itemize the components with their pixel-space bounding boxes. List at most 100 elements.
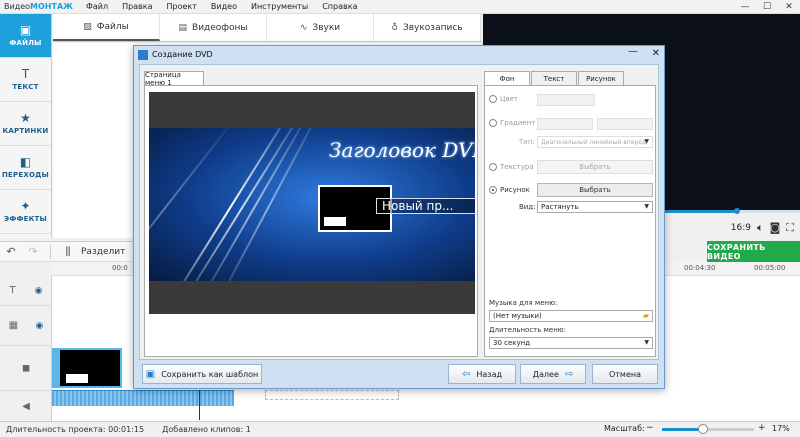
tab-menu-page[interactable]: Страница меню 1: [144, 71, 204, 87]
wand-icon: ✦: [20, 199, 31, 213]
progress-knob[interactable]: [733, 208, 740, 214]
menu-title-text[interactable]: Заголовок DVD: [329, 138, 475, 162]
ruler-tick: 00:05:00: [754, 264, 786, 272]
save-video-button[interactable]: СОХРАНИТЬ ВИДЕО: [707, 241, 800, 262]
save-template-label: Сохранить как шаблон: [161, 369, 259, 379]
clips-count: Добавлено клипов: 1: [162, 425, 251, 434]
gradient-type-value: Диагональный линейный вперёд: [541, 138, 647, 146]
tab-background[interactable]: Фон: [484, 71, 530, 86]
menu-duration-value: 30 секунд: [493, 339, 531, 347]
gradient-type-select[interactable]: Диагональный линейный вперёд ▼: [537, 136, 653, 148]
texture-choose-button[interactable]: Выбрать: [537, 160, 653, 174]
redo-icon[interactable]: ↷: [22, 245, 44, 258]
fullscreen-icon[interactable]: ⛶: [786, 221, 794, 235]
menu-background[interactable]: Заголовок DVD Новый пр...: [149, 128, 475, 281]
floppy-disk-icon: ▣: [145, 368, 156, 380]
clip-thumbnail: [66, 374, 88, 383]
folder-icon[interactable]: ▰: [643, 311, 649, 320]
zoom-knob[interactable]: [698, 424, 708, 434]
radio-color[interactable]: Цвет: [489, 95, 518, 103]
minimize-icon[interactable]: —: [628, 46, 638, 57]
drop-zone[interactable]: [265, 390, 399, 400]
menu-tools[interactable]: Инструменты: [244, 2, 315, 11]
tab-recording-label: Звукозапись: [402, 22, 463, 33]
zoom-slider[interactable]: [662, 428, 754, 431]
aspect-ratio[interactable]: 16:9: [731, 223, 751, 233]
transitions-icon: ◧: [19, 155, 32, 169]
nav-pictures[interactable]: ★ КАРТИНКИ: [0, 102, 51, 146]
camera-icon: ◼: [21, 362, 31, 374]
zoom-percent: 17%: [772, 424, 790, 433]
radio-picture[interactable]: Рисунок: [489, 186, 530, 194]
dialog-titlebar[interactable]: Создание DVD: [134, 46, 664, 63]
chapter-label[interactable]: Новый пр...: [376, 198, 475, 214]
gradient-swatch-end: [597, 118, 653, 130]
light-streak: [210, 128, 326, 281]
app-logo: ВидеоМОНТАЖ: [4, 2, 73, 11]
playhead[interactable]: [199, 390, 200, 420]
project-duration: Длительность проекта: 00:01:15: [6, 425, 145, 434]
menu-duration-select[interactable]: 30 секунд ▼: [489, 337, 653, 349]
text-icon: T: [21, 67, 30, 81]
tab-picture[interactable]: Рисунок: [578, 71, 624, 85]
minimize-icon[interactable]: —: [734, 0, 756, 14]
menu-video[interactable]: Видео: [204, 2, 244, 11]
tab-video-backgrounds[interactable]: ▤ Видеофоны: [160, 14, 267, 41]
nav-transitions-label: ПЕРЕХОДЫ: [2, 171, 49, 179]
menu-project[interactable]: Проект: [160, 2, 204, 11]
menu-edit[interactable]: Правка: [115, 2, 159, 11]
dialog-body: Страница меню 1 Заголовок DVD Новый пр..…: [139, 64, 659, 360]
nav-files[interactable]: ▣ ФАЙЛЫ: [0, 14, 51, 58]
back-button[interactable]: ⇦ Назад: [448, 364, 516, 384]
view-select[interactable]: Растянуть ▼: [537, 201, 653, 213]
undo-icon[interactable]: ↶: [0, 245, 22, 258]
view-value: Растянуть: [541, 203, 579, 211]
nav-transitions[interactable]: ◧ ПЕРЕХОДЫ: [0, 146, 51, 190]
tab-text[interactable]: Текст: [531, 71, 577, 85]
volume-icon[interactable]: 🔈︎: [757, 221, 764, 235]
radio-gradient[interactable]: Градиент: [489, 119, 535, 127]
eye-icon[interactable]: ◉: [35, 321, 43, 331]
back-label: Назад: [476, 369, 502, 379]
chevron-down-icon: ▼: [644, 203, 649, 210]
nav-pictures-label: КАРТИНКИ: [2, 127, 49, 135]
microphone-icon: ♁: [391, 22, 398, 33]
cancel-button[interactable]: Отмена: [592, 364, 658, 384]
music-value: (Нет музыки): [493, 312, 542, 320]
radio-dot: [489, 119, 497, 127]
nav-effects[interactable]: ✦ ЭФФЕКТЫ: [0, 190, 51, 234]
menu-file[interactable]: Файл: [79, 2, 115, 11]
video-clip[interactable]: [58, 348, 122, 388]
film-icon: ▤: [178, 22, 188, 33]
camera-icon[interactable]: ◙: [770, 221, 781, 234]
properties-tabs: Фон Текст Рисунок: [484, 71, 660, 86]
gradient-type-label: Тип:: [519, 138, 535, 146]
audio-waveform[interactable]: [52, 390, 234, 406]
zoom-in-icon[interactable]: +: [758, 423, 766, 433]
picture-choose-button[interactable]: Выбрать: [537, 183, 653, 197]
dvd-dialog: Создание DVD — ✕ Страница меню 1 Заголов…: [133, 45, 665, 389]
tab-sounds[interactable]: ∿ Звуки: [267, 14, 374, 41]
menu-duration-label: Длительность меню:: [489, 326, 567, 334]
menu-help[interactable]: Справка: [315, 2, 364, 11]
zoom-out-icon[interactable]: −: [646, 423, 654, 433]
music-field[interactable]: (Нет музыки) ▰: [489, 310, 653, 322]
volume-icon[interactable]: ◀: [22, 401, 30, 412]
close-icon[interactable]: ✕: [778, 0, 800, 14]
menu-page-panel: Заголовок DVD Новый пр...: [144, 85, 478, 357]
save-template-button[interactable]: ▣ Сохранить как шаблон: [142, 364, 262, 384]
split-label[interactable]: Разделит: [81, 247, 125, 257]
zoom-slider-rest: [702, 428, 754, 431]
close-icon[interactable]: ✕: [652, 48, 660, 59]
nav-text[interactable]: T ТЕКСТ: [0, 58, 51, 102]
image-icon: ▣: [19, 23, 32, 37]
tab-files[interactable]: ▨ Файлы: [53, 14, 160, 41]
track-header-text: T ◉: [0, 276, 52, 306]
radio-texture[interactable]: Текстура: [489, 163, 534, 171]
tab-recording[interactable]: ♁ Звукозапись: [374, 14, 481, 41]
split-icon[interactable]: ⫼: [57, 245, 79, 259]
maximize-icon[interactable]: ☐: [756, 0, 778, 14]
arrow-right-icon: ⇨: [564, 368, 574, 380]
next-button[interactable]: Далее ⇨: [520, 364, 586, 384]
eye-icon[interactable]: ◉: [35, 286, 43, 296]
